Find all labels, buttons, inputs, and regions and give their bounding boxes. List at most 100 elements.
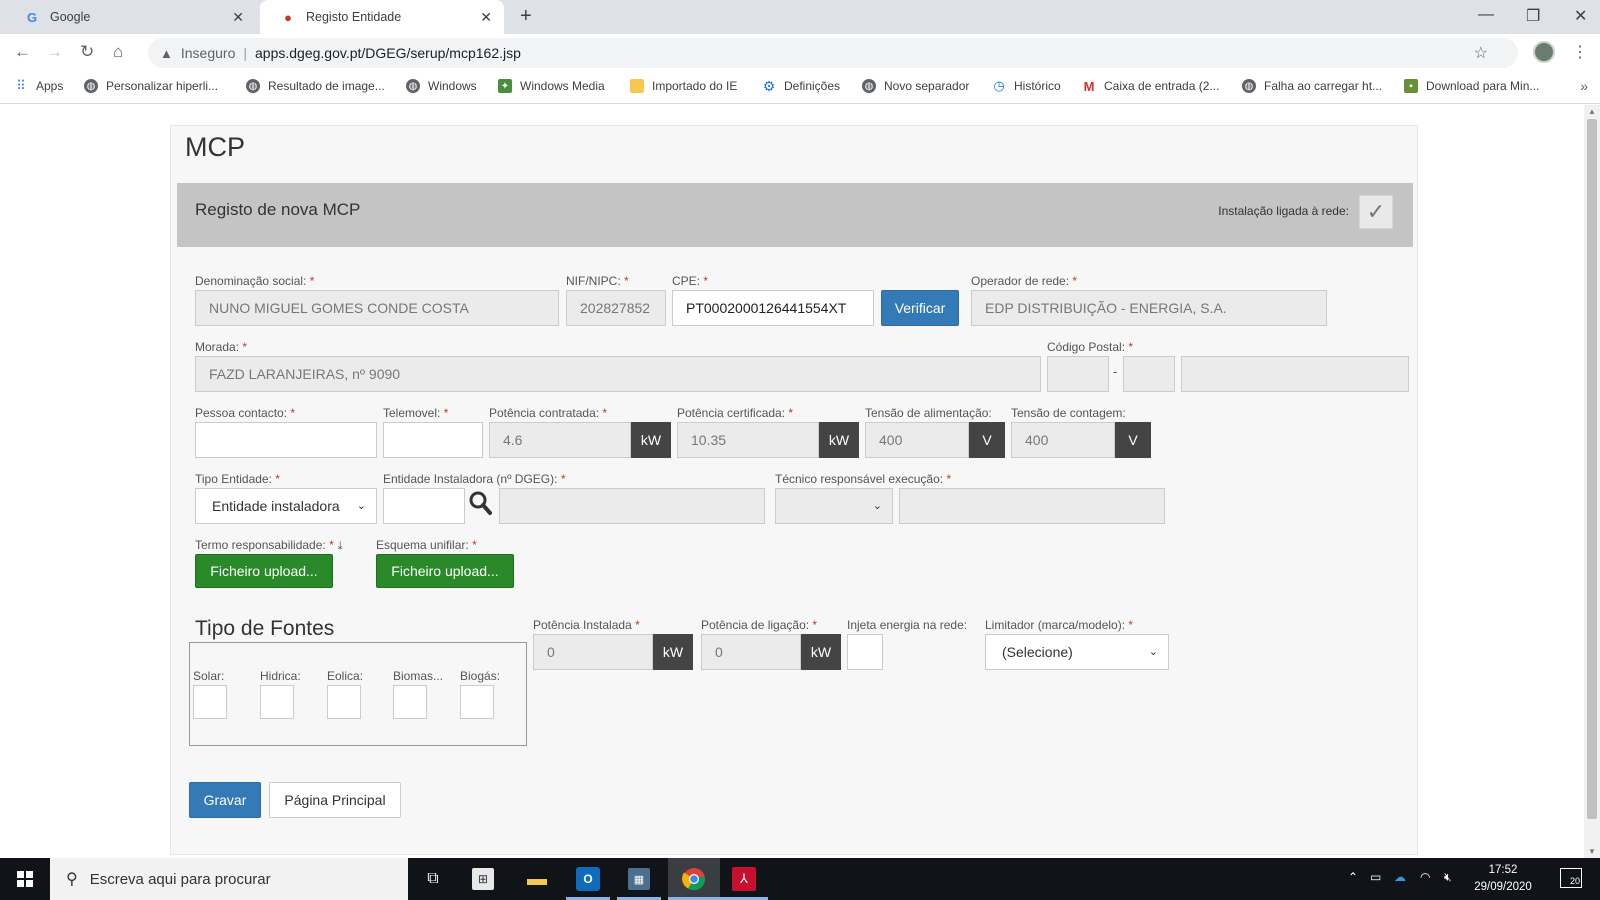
globe-icon: ◍ <box>84 79 98 93</box>
tecnico-nome <box>899 488 1165 524</box>
bookmark-caixa-entrada[interactable]: M Caixa de entrada (2... <box>1082 79 1220 94</box>
windows-taskbar: ⚲ Escreva aqui para procurar ⧉ ⊞ ▬ O ▦ ⅄… <box>0 858 1600 900</box>
tab-registo-entidade[interactable]: ● Registo Entidade ✕ <box>260 0 504 34</box>
entidade-instaladora-input[interactable] <box>383 488 465 524</box>
fonte-biomassa-checkbox[interactable] <box>393 685 427 719</box>
back-arrow-icon[interactable]: ← <box>14 42 31 62</box>
morada-field: FAZD LARANJEIRAS, nº 9090 <box>195 356 1041 392</box>
page-scrollbar[interactable]: ▲ ▼ <box>1584 105 1600 858</box>
close-icon[interactable]: ✕ <box>480 9 492 26</box>
tensao-contagem-field: 400 <box>1011 422 1115 458</box>
pot-contratada-label: Potência contratada: * <box>489 406 608 420</box>
bookmark-apps[interactable]: ⠿ Apps <box>14 78 63 93</box>
restore-icon[interactable]: ❐ <box>1526 6 1540 26</box>
wifi-icon[interactable]: ◠ <box>1420 870 1430 884</box>
store-icon[interactable]: ⊞ <box>472 868 494 890</box>
kw-unit-badge: kW <box>653 634 693 670</box>
clock-date: 29/09/2020 <box>1474 881 1532 893</box>
bookmark-star-icon[interactable]: ☆ <box>1474 43 1488 63</box>
tecnico-label: Técnico responsável execução: * <box>775 472 952 486</box>
chevron-down-icon: ⌄ <box>356 500 366 512</box>
scroll-down-icon[interactable]: ▼ <box>1588 847 1596 856</box>
pot-ligacao-field: 0 <box>701 634 801 670</box>
tab-google[interactable]: G Google ✕ <box>4 0 256 34</box>
chrome-taskbar-button[interactable] <box>668 858 720 900</box>
entidade-instaladora-nome <box>499 488 765 524</box>
globe-icon: ◍ <box>406 79 420 93</box>
tab-title: Google <box>50 10 91 24</box>
cpe-label: CPE: * <box>672 274 709 288</box>
bookmark-windows-media[interactable]: ✦ Windows Media <box>498 79 605 93</box>
gravar-button[interactable]: Gravar <box>189 782 261 818</box>
battery-icon[interactable]: ▭ <box>1370 870 1381 884</box>
bookmarks-overflow-icon[interactable]: » <box>1580 78 1588 94</box>
download-icon[interactable]: ⤓ <box>338 540 343 552</box>
panel-title: Registo de nova MCP <box>195 200 361 219</box>
tecnico-select[interactable]: ⌄ <box>775 488 893 524</box>
new-tab-icon[interactable]: + <box>520 5 532 28</box>
onedrive-icon[interactable]: ☁ <box>1394 870 1406 884</box>
pot-certificada-field: 10.35 <box>677 422 819 458</box>
search-icon: ⚲ <box>66 871 78 888</box>
windows-start-button[interactable] <box>0 858 50 900</box>
bookmark-novo-separador[interactable]: ◍ Novo separador <box>862 79 969 93</box>
chevron-down-icon: ⌄ <box>872 500 882 512</box>
codigo-postal-part2 <box>1123 356 1175 392</box>
task-view-icon[interactable]: ⧉ <box>420 866 446 892</box>
taskbar-clock[interactable]: 17:52 29/09/2020 <box>1468 862 1538 896</box>
injeta-checkbox[interactable] <box>847 634 883 670</box>
notifications-icon[interactable]: 20 <box>1560 868 1582 888</box>
volume-muted-icon[interactable]: 🔇︎ <box>1444 870 1452 885</box>
outlook-icon[interactable]: O <box>576 867 600 891</box>
app-icon[interactable]: ▦ <box>628 868 650 890</box>
cpe-input[interactable]: PT0002000126441554XT <box>672 290 874 326</box>
bookmark-definicoes[interactable]: ⚙ Definições <box>762 78 840 94</box>
taskbar-search-input[interactable]: ⚲ Escreva aqui para procurar <box>50 858 408 900</box>
bookmark-resultado[interactable]: ◍ Resultado de image... <box>246 79 385 93</box>
pessoa-input[interactable] <box>195 422 377 458</box>
fonte-eolica-checkbox[interactable] <box>327 685 361 719</box>
minimize-icon[interactable]: — <box>1478 6 1494 24</box>
google-g-icon: G <box>26 9 38 25</box>
v-unit-badge: V <box>969 422 1005 458</box>
tipo-entidade-select[interactable]: Entidade instaladora ⌄ <box>195 488 377 524</box>
fonte-hidrica-checkbox[interactable] <box>260 685 294 719</box>
bookmark-importado[interactable]: Importado do IE <box>630 79 737 93</box>
scroll-up-icon[interactable]: ▲ <box>1588 107 1596 116</box>
fonte-biogas-checkbox[interactable] <box>460 685 494 719</box>
bookmark-personalizar[interactable]: ◍ Personalizar hiperli... <box>84 79 218 93</box>
globe-icon: ◍ <box>862 79 876 93</box>
tray-chevron-up-icon[interactable]: ⌃ <box>1348 870 1358 884</box>
menu-kebab-icon[interactable]: ⋮ <box>1572 42 1588 62</box>
fonte-solar-checkbox[interactable] <box>193 685 227 719</box>
esquema-label: Esquema unifilar: * <box>376 538 477 552</box>
codigo-postal-dash: - <box>1113 364 1118 379</box>
reload-icon[interactable]: ↻ <box>80 42 94 62</box>
file-explorer-icon[interactable]: ▬ <box>524 866 550 892</box>
panel-header: Registo de nova MCP Instalação ligada à … <box>177 183 1413 247</box>
bookmark-windows[interactable]: ◍ Windows <box>406 79 477 93</box>
telemovel-input[interactable] <box>383 422 483 458</box>
termo-upload-button[interactable]: Ficheiro upload... <box>195 554 333 588</box>
esquema-upload-button[interactable]: Ficheiro upload... <box>376 554 514 588</box>
morada-label: Morada: * <box>195 340 248 354</box>
pagina-principal-button[interactable]: Página Principal <box>269 782 401 818</box>
profile-avatar[interactable] <box>1533 41 1555 63</box>
acrobat-icon[interactable]: ⅄ <box>732 867 756 891</box>
bookmark-historico[interactable]: ◷ Histórico <box>992 78 1060 93</box>
url-bar[interactable]: ▲ Inseguro | apps.dgeg.gov.pt/DGEG/serup… <box>148 38 1518 68</box>
home-icon[interactable]: ⌂ <box>113 42 123 62</box>
scrollbar-thumb[interactable] <box>1587 119 1597 819</box>
apps-grid-icon: ⠿ <box>16 78 26 93</box>
close-icon[interactable]: ✕ <box>232 9 244 26</box>
verificar-button[interactable]: Verificar <box>881 290 959 326</box>
insecure-label: Inseguro <box>180 45 236 61</box>
window-close-icon[interactable]: ✕ <box>1574 6 1587 26</box>
search-icon[interactable] <box>469 490 493 522</box>
forward-arrow-icon[interactable]: → <box>46 42 63 62</box>
net-connected-checkbox[interactable]: ✓ <box>1359 195 1393 229</box>
bookmark-falha[interactable]: ◍ Falha ao carregar ht... <box>1242 79 1382 93</box>
bookmark-download[interactable]: ▪ Download para Min... <box>1404 79 1539 93</box>
fonte-hidrica-label: Hidrica: <box>260 669 301 683</box>
limitador-select[interactable]: (Selecione) ⌄ <box>985 634 1169 670</box>
